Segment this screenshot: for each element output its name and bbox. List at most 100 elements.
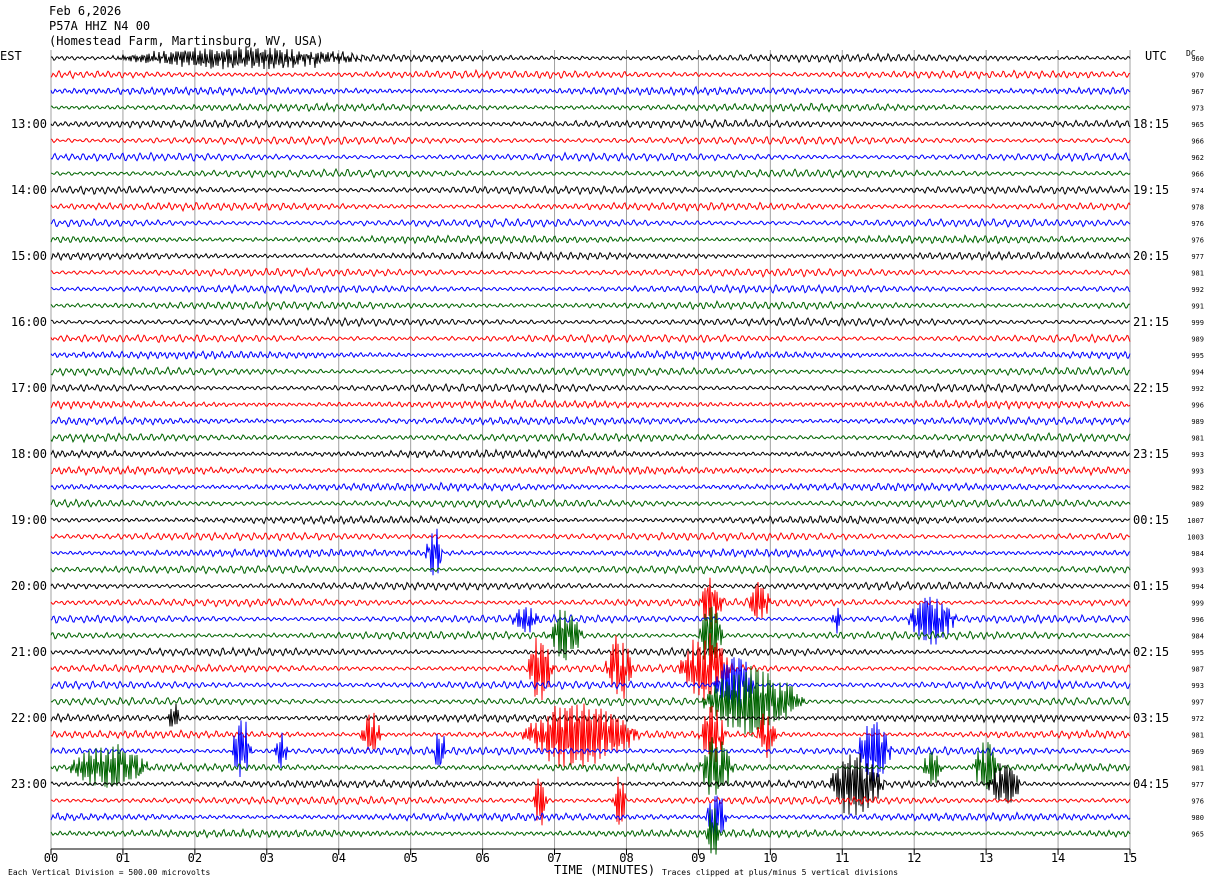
dc-offset-label: 984: [1191, 550, 1204, 558]
trace-line: [50, 795, 1131, 847]
est-hour-label: 18:00: [11, 447, 47, 461]
dc-offset-label: 989: [1191, 418, 1204, 426]
dc-offset-label: 996: [1191, 402, 1204, 410]
trace-line: [50, 448, 1131, 460]
dc-offset-label: 981: [1191, 765, 1204, 773]
trace-line: [50, 432, 1131, 444]
dc-offset-label: 984: [1191, 633, 1204, 641]
x-tick-label: 01: [116, 851, 130, 865]
dc-offset-label: 994: [1191, 583, 1204, 591]
dc-offset-label: 987: [1191, 666, 1204, 674]
dc-offset-label: 977: [1191, 253, 1204, 261]
dc-offset-label: 999: [1191, 600, 1204, 608]
trace-line: [50, 201, 1131, 213]
trace-line: [50, 514, 1131, 526]
dc-offset-label: 966: [1191, 138, 1204, 146]
dc-offset-label: 989: [1191, 336, 1204, 344]
est-hour-label: 14:00: [11, 183, 47, 197]
utc-hour-label: 02:15: [1133, 645, 1169, 659]
dc-offset-label: 974: [1191, 187, 1204, 195]
x-tick-label: 05: [403, 851, 417, 865]
dc-offset-label: 993: [1191, 682, 1204, 690]
x-tick-label: 14: [1051, 851, 1065, 865]
est-hour-label: 16:00: [11, 315, 47, 329]
trace-line: [50, 415, 1131, 426]
x-tick-label: 11: [835, 851, 849, 865]
x-axis-label: TIME (MINUTES): [554, 863, 656, 877]
trace-line: [50, 382, 1131, 394]
clip-note: Traces clipped at plus/minus 5 vertical …: [662, 868, 899, 877]
utc-hour-label: 03:15: [1133, 711, 1169, 725]
utc-hour-label: 22:15: [1133, 381, 1169, 395]
dc-offset-label: 991: [1191, 303, 1204, 311]
dc-offset-label: 996: [1191, 616, 1204, 624]
trace-line: [50, 167, 1131, 179]
dc-offset-label: 980: [1191, 814, 1204, 822]
dc-offset-label: 997: [1191, 699, 1204, 707]
trace-line: [50, 703, 1131, 767]
trace-line: [50, 646, 1131, 658]
dc-offset-label: 965: [1191, 121, 1204, 129]
dc-offset-label: 976: [1191, 220, 1204, 228]
x-tick-label: 06: [475, 851, 489, 865]
x-tick-label: 15: [1123, 851, 1137, 865]
utc-hour-label: 18:15: [1133, 117, 1169, 131]
x-tick-label: 02: [188, 851, 202, 865]
est-hour-label: 19:00: [11, 513, 47, 527]
trace-line: [50, 68, 1131, 80]
trace-line: [50, 498, 1131, 509]
trace-line: [50, 234, 1131, 245]
dc-offset-label: 982: [1191, 484, 1204, 492]
x-tick-label: 03: [260, 851, 274, 865]
dc-offset-label: 972: [1191, 715, 1204, 723]
trace-line: [50, 185, 1131, 196]
x-tick-label: 04: [332, 851, 346, 865]
trace-line: [50, 151, 1131, 163]
trace-line: [50, 316, 1131, 328]
dc-offset-label: 1007: [1187, 517, 1204, 525]
trace-line: [50, 657, 1131, 716]
dc-offset-label: 969: [1191, 748, 1204, 756]
dc-offset-label: 978: [1191, 204, 1204, 212]
trace-line: [50, 464, 1131, 477]
est-hour-label: 23:00: [11, 777, 47, 791]
trace-line: [50, 101, 1131, 113]
dc-offset-label: 966: [1191, 171, 1204, 179]
dc-offset-label: 993: [1191, 468, 1204, 476]
dc-offset-label: 976: [1191, 237, 1204, 245]
dc-offset-label: 992: [1191, 286, 1204, 294]
dc-offset-label: 965: [1191, 831, 1204, 839]
trace-line: [50, 85, 1131, 97]
trace-line: [50, 564, 1131, 575]
x-tick-label: 12: [907, 851, 921, 865]
utc-hour-label: 19:15: [1133, 183, 1169, 197]
dc-offset-label: 967: [1191, 88, 1204, 96]
dc-offset-label: 970: [1191, 72, 1204, 80]
trace-line: [50, 118, 1131, 130]
x-tick-label: 10: [763, 851, 777, 865]
trace-line: [50, 333, 1131, 344]
trace-line: [50, 250, 1131, 262]
trace-line: [50, 606, 1131, 666]
x-tick-label: 09: [691, 851, 705, 865]
utc-hour-label: 04:15: [1133, 777, 1169, 791]
dc-offset-label: 994: [1191, 369, 1204, 377]
dc-offset-label: 973: [1191, 105, 1204, 113]
trace-line: [50, 365, 1131, 377]
trace-line: [50, 283, 1131, 295]
seismogram-plot: 00 01 02 03 04 05 06 07 08 09 10 11 12 13 14 1596097096…: [11, 46, 1204, 865]
est-hour-label: 17:00: [11, 381, 47, 395]
dc-offset-label: 976: [1191, 798, 1204, 806]
dc-offset-label: 995: [1191, 352, 1204, 360]
trace-line: [50, 481, 1131, 493]
est-hour-label: 22:00: [11, 711, 47, 725]
dc-offset-label: 962: [1191, 154, 1204, 162]
x-tick-label: 13: [979, 851, 993, 865]
dc-offset-label: 993: [1191, 451, 1204, 459]
est-hour-label: 13:00: [11, 117, 47, 131]
trace-line: [50, 135, 1131, 146]
scale-note: Each Vertical Division = 500.00 microvol…: [8, 868, 211, 877]
dc-offset-label: 981: [1191, 732, 1204, 740]
est-hour-label: 20:00: [11, 579, 47, 593]
trace-line: [50, 398, 1131, 411]
